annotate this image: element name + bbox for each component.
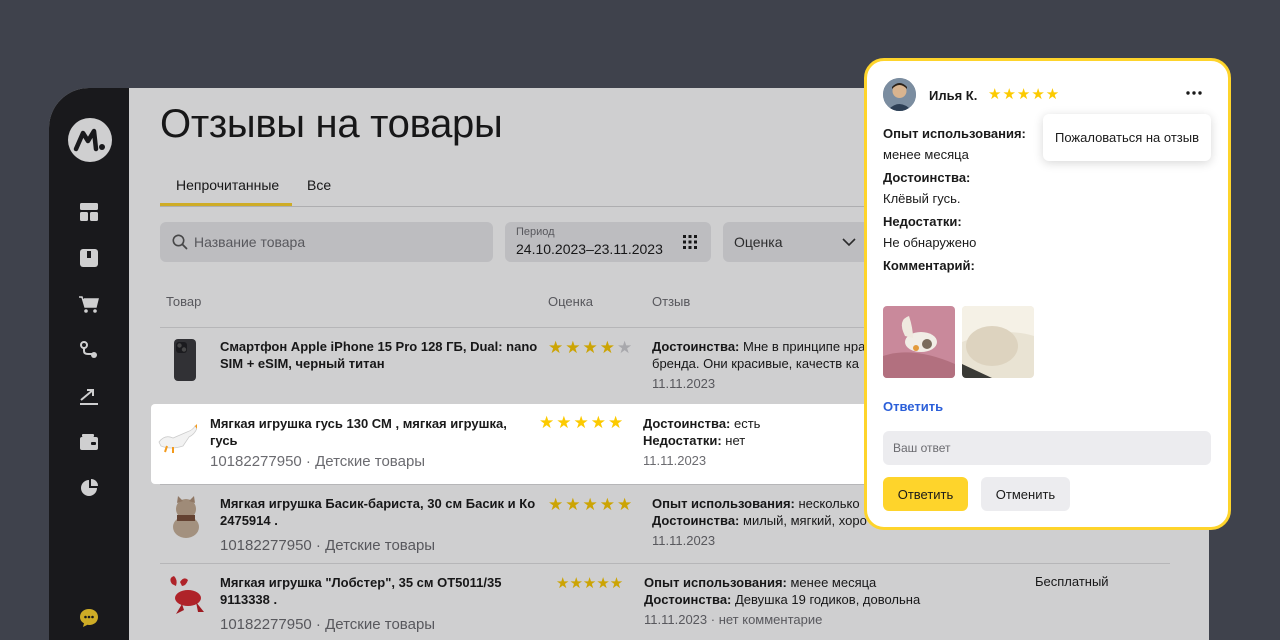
review-date: 11.11.2023	[652, 533, 716, 548]
period-picker[interactable]: Период 24.10.2023–23.11.2023	[505, 222, 711, 262]
search-icon	[172, 234, 188, 250]
growth-icon[interactable]	[79, 386, 99, 406]
product-name: Мягкая игрушка "Лобстер", 35 см OT5011/3…	[220, 575, 502, 607]
rating-stars: ★★★★★	[548, 338, 635, 357]
box-icon[interactable]	[79, 248, 99, 268]
rating-select[interactable]: Оценка	[723, 222, 873, 262]
column-header-product: Товар	[166, 294, 202, 309]
submit-reply-button[interactable]: Ответить	[883, 477, 968, 511]
product-meta: 10182277950 · Детские товары	[220, 537, 436, 554]
report-review-menu-item[interactable]: Пожаловаться на отзыв	[1043, 114, 1211, 161]
column-header-review: Отзыв	[652, 294, 691, 309]
dashboard-icon[interactable]	[79, 202, 99, 222]
search-input[interactable]	[194, 222, 484, 262]
table-row[interactable]: Мягкая игрушка "Лобстер", 35 см OT5011/3…	[160, 563, 1170, 640]
cart-icon[interactable]	[79, 294, 99, 314]
reviewer-name: Илья К.	[929, 88, 978, 103]
route-icon[interactable]	[79, 340, 99, 360]
reply-link[interactable]: Ответить	[883, 399, 943, 414]
chat-icon[interactable]	[79, 608, 99, 628]
product-name: Смартфон Apple iPhone 15 Pro 128 ГБ, Dua…	[220, 339, 538, 371]
review-text: Достоинства: есть Недостатки: нет	[643, 416, 761, 448]
rating-stars: ★★★★★	[539, 413, 626, 432]
column-header-rating: Оценка	[548, 294, 594, 309]
rating-stars: ★★★★★	[548, 495, 635, 514]
delivery-type: Бесплатный	[1035, 574, 1109, 589]
advantages-label: Достоинства:	[883, 170, 971, 185]
review-text: Опыт использования: менее месяца Достоинс…	[644, 575, 921, 607]
product-name: Мягкая игрушка гусь 130 СМ , мягкая игру…	[210, 416, 507, 448]
product-thumbnail-lobster	[166, 574, 204, 618]
table-row-highlighted[interactable]: Мягкая игрушка гусь 130 СМ , мягкая игру…	[151, 404, 891, 484]
comment-label: Комментарий:	[883, 258, 975, 273]
product-name: Мягкая игрушка Басик-бариста, 30 см Баси…	[220, 496, 536, 528]
product-thumbnail-goose	[157, 422, 198, 454]
calendar-grid-icon	[683, 235, 697, 249]
sidebar	[49, 88, 129, 640]
disadvantages-value: Не обнаружено	[883, 235, 977, 250]
market-logo-icon[interactable]	[68, 118, 112, 162]
review-photo[interactable]	[883, 306, 955, 378]
answer-input[interactable]	[883, 431, 1211, 465]
reviewer-rating-stars: ★★★★★	[988, 86, 1061, 103]
avatar	[883, 78, 916, 111]
product-meta: 10182277950 · Детские товары	[220, 616, 436, 633]
disadvantages-label: Недостатки:	[883, 214, 962, 229]
period-value: 24.10.2023–23.11.2023	[516, 241, 663, 257]
pie-chart-icon[interactable]	[79, 478, 99, 498]
rating-stars: ★★★★★	[556, 575, 624, 592]
tab-unread[interactable]: Непрочитанные	[176, 177, 279, 193]
product-thumbnail-cat-toy	[166, 495, 204, 539]
page-title: Отзывы на товары	[160, 102, 503, 146]
review-card: Илья К. ★★★★★ Опыт использования: менее …	[864, 58, 1231, 530]
review-date: 11.11.2023	[652, 376, 716, 391]
review-date: 11.11.2023	[643, 453, 707, 468]
review-date: 11.11.2023 · нет комментарие	[644, 612, 823, 627]
experience-label: Опыт использования:	[883, 126, 1026, 141]
more-options-icon[interactable]	[1184, 83, 1204, 103]
tab-all[interactable]: Все	[307, 177, 331, 193]
wallet-icon[interactable]	[79, 432, 99, 452]
cancel-button[interactable]: Отменить	[981, 477, 1070, 511]
chevron-down-icon	[842, 238, 856, 247]
rating-select-label: Оценка	[734, 234, 783, 250]
product-meta: 10182277950 · Детские товары	[210, 453, 426, 470]
search-box	[160, 222, 493, 262]
product-thumbnail-iphone	[166, 338, 204, 382]
advantages-value: Клёвый гусь.	[883, 191, 961, 206]
review-photo[interactable]	[962, 306, 1034, 378]
experience-value: менее месяца	[883, 147, 969, 162]
active-tab-indicator	[160, 203, 292, 206]
period-label: Период	[516, 226, 555, 238]
